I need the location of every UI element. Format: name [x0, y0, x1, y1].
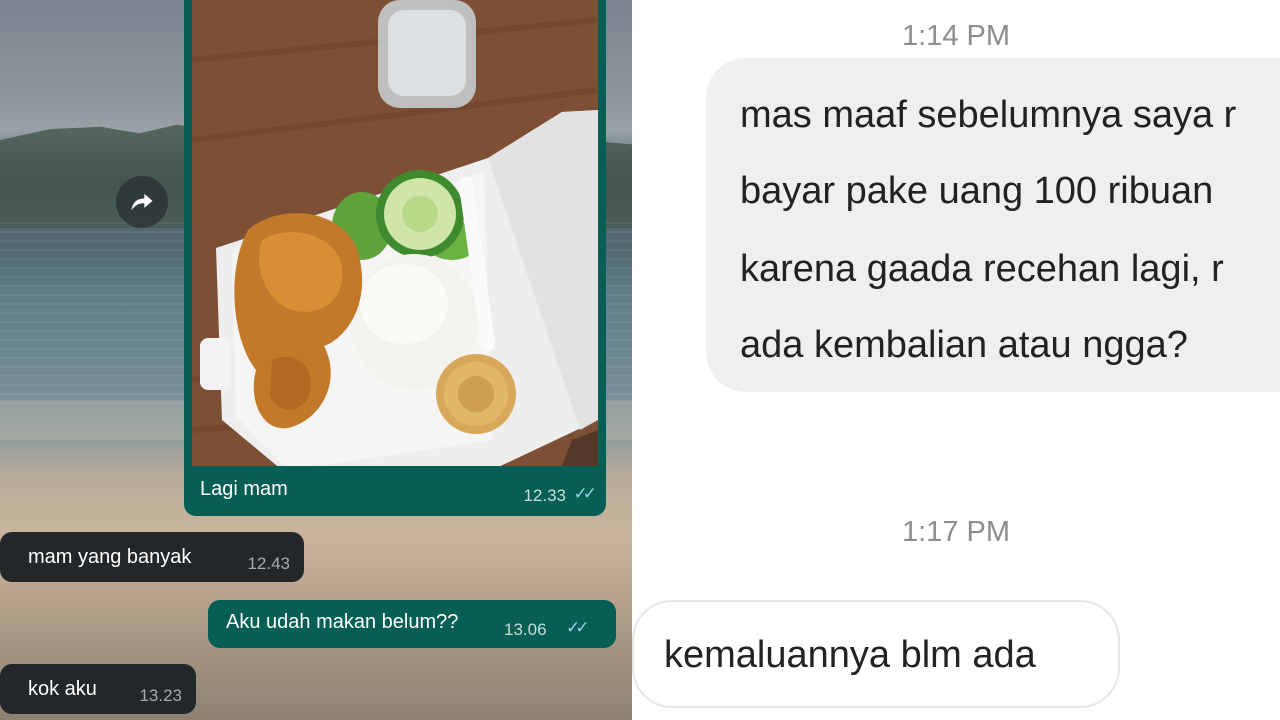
read-ticks-icon: ✓✓: [566, 618, 589, 637]
share-arrow-icon: [131, 193, 153, 211]
food-photo[interactable]: [192, 0, 598, 466]
message-line: ada kembalian atau ngga?: [740, 324, 1188, 366]
incoming-message[interactable]: mas maaf sebelumnya saya r bayar pake ua…: [706, 58, 1280, 392]
whatsapp-chat-panel: Lagi mam 12.33 ✓✓ mam yang banyak 12.43 …: [0, 0, 632, 720]
message-line: bayar pake uang 100 ribuan: [740, 170, 1214, 212]
message-time: 13.06: [504, 620, 547, 639]
message-line: mas maaf sebelumnya saya r: [740, 94, 1237, 136]
sms-chat-panel: 1:14 PM mas maaf sebelumnya saya r bayar…: [632, 0, 1280, 720]
food-photo-drawing: [192, 0, 598, 466]
read-ticks-icon: ✓✓: [573, 484, 597, 503]
incoming-message[interactable]: kemaluannya blm ada: [632, 600, 1120, 708]
message-text: kok aku: [28, 677, 97, 700]
incoming-message[interactable]: mam yang banyak 12.43: [0, 532, 304, 582]
message-text: Aku udah makan belum??: [226, 611, 459, 633]
photo-message-bubble[interactable]: Lagi mam 12.33 ✓✓: [184, 0, 606, 516]
timestamp: 1:17 PM: [902, 516, 1010, 548]
message-time: 12.43: [247, 554, 290, 573]
photo-caption: Lagi mam: [200, 478, 288, 500]
forward-button[interactable]: [116, 176, 168, 228]
outgoing-message[interactable]: Aku udah makan belum?? 13.06 ✓✓: [208, 600, 616, 648]
incoming-message[interactable]: kok aku 13.23: [0, 664, 196, 714]
message-text: kemaluannya blm ada: [664, 634, 1036, 676]
message-time: 13.23: [139, 686, 182, 705]
message-time: 12.33: [523, 486, 566, 505]
message-line: karena gaada recehan lagi, r: [740, 248, 1224, 290]
timestamp: 1:14 PM: [902, 20, 1010, 52]
message-text: mam yang banyak: [28, 545, 192, 568]
